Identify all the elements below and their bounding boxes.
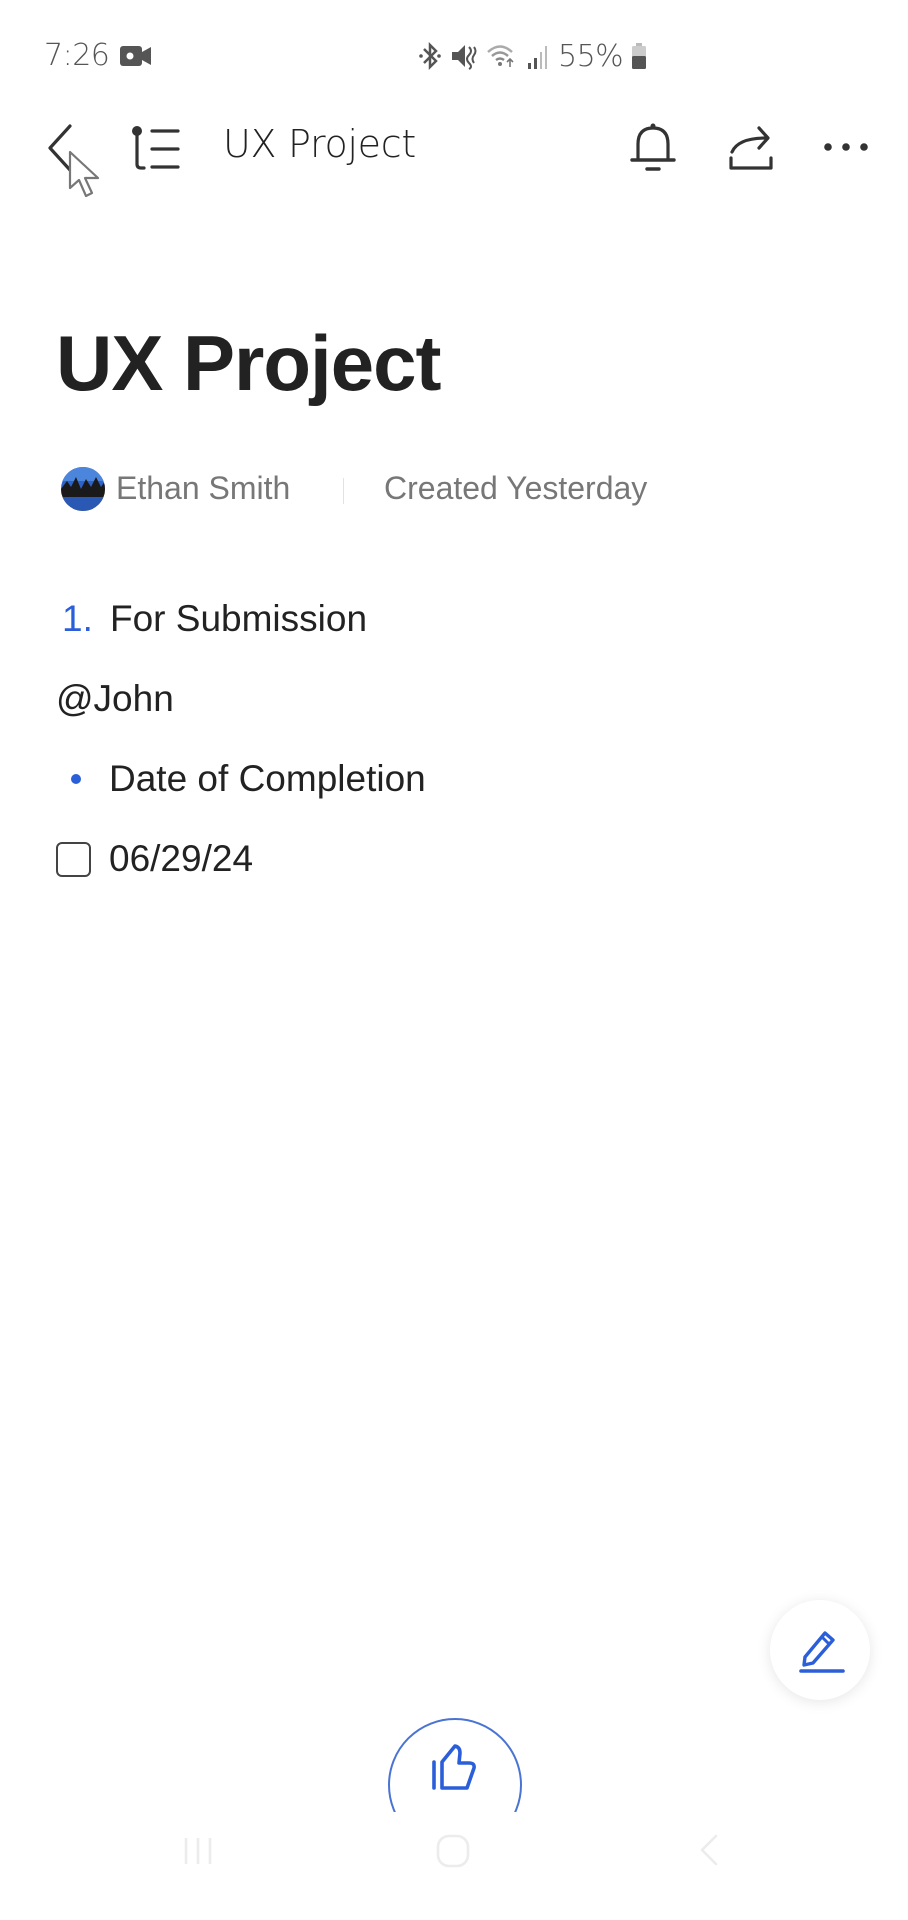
wifi-icon	[487, 45, 514, 67]
numbered-list-item[interactable]: 1. For Submission	[56, 598, 367, 640]
checklist-item-text: 06/29/24	[109, 838, 254, 879]
checklist-item[interactable]: 06/29/24	[56, 838, 253, 880]
like-button-container	[385, 1718, 525, 1812]
avatar-image-icon	[61, 467, 105, 511]
mention[interactable]: @John	[56, 678, 174, 720]
battery-icon	[632, 43, 647, 69]
home-icon[interactable]	[432, 1830, 474, 1872]
status-time: 7:26	[44, 38, 110, 73]
mouse-cursor-icon	[68, 150, 100, 198]
battery-percent: 55%	[558, 38, 624, 74]
screen-record-icon	[120, 46, 151, 66]
signal-icon	[528, 46, 547, 69]
status-icons: 55%	[418, 38, 647, 74]
document-title: UX Project	[56, 319, 441, 407]
more-icon[interactable]	[820, 132, 872, 162]
edit-button[interactable]	[770, 1600, 870, 1700]
bullet-icon	[71, 774, 81, 784]
outline-icon[interactable]	[128, 124, 182, 174]
recents-icon[interactable]	[178, 1830, 218, 1870]
like-button[interactable]	[388, 1718, 522, 1812]
list-item-text: For Submission	[110, 598, 368, 639]
nav-back-icon[interactable]	[692, 1830, 728, 1870]
author-name[interactable]: Ethan Smith	[116, 470, 290, 507]
meta-divider	[343, 478, 344, 504]
created-date: Created Yesterday	[384, 470, 648, 506]
list-number: 1.	[62, 598, 93, 639]
header-title: UX Project	[223, 122, 416, 166]
mention-text[interactable]: @John	[56, 678, 174, 720]
share-icon[interactable]	[726, 122, 778, 174]
bullet-item-text: Date of Completion	[109, 758, 426, 799]
mute-icon	[452, 45, 477, 70]
pencil-icon	[799, 1631, 845, 1673]
bullet-list-item[interactable]: Date of Completion	[56, 758, 426, 800]
checkbox[interactable]	[56, 841, 91, 877]
bell-icon[interactable]	[628, 122, 678, 174]
thumbs-up-icon	[432, 1744, 476, 1790]
bluetooth-icon	[419, 41, 441, 71]
author-avatar[interactable]	[61, 467, 105, 511]
